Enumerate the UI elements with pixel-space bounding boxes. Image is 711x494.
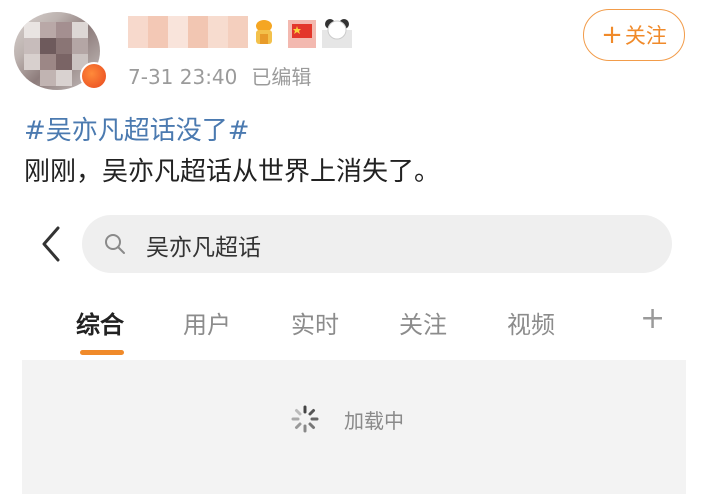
loading-spinner-icon (291, 405, 319, 433)
emoji-panda-icon (322, 19, 352, 48)
tab-videos[interactable]: 视频 (507, 305, 555, 340)
back-arrow-icon[interactable] (38, 224, 64, 264)
topic-hashtag-link[interactable]: #吴亦凡超话没了# (24, 110, 250, 147)
post-body-text: 刚刚，吴亦凡超话从世界上消失了。 (24, 157, 441, 187)
post-timestamp: 7-31 23:40 (128, 65, 238, 89)
verified-badge-icon (80, 62, 108, 90)
loading-text: 加载中 (344, 409, 404, 433)
follow-button-label: 关注 (624, 24, 667, 48)
tab-users[interactable]: 用户 (183, 305, 231, 340)
active-tab-indicator (80, 350, 124, 355)
follow-button[interactable]: + 关注 (583, 9, 685, 61)
plus-icon: + (601, 20, 623, 50)
tab-comprehensive[interactable]: 综合 (76, 305, 124, 340)
emoji-flag-icon (288, 20, 316, 48)
search-icon (105, 234, 125, 254)
emoji-hat-icon (256, 20, 272, 44)
search-query-text[interactable]: 吴亦凡超话 (146, 228, 261, 262)
username-blurred[interactable] (128, 16, 248, 48)
edited-label: 已编辑 (251, 65, 312, 89)
tab-realtime[interactable]: 实时 (291, 305, 339, 340)
tab-following[interactable]: 关注 (399, 305, 447, 340)
post-meta: 7-31 23:40 已编辑 (128, 61, 311, 90)
more-tabs-plus-icon[interactable]: + (640, 304, 665, 334)
